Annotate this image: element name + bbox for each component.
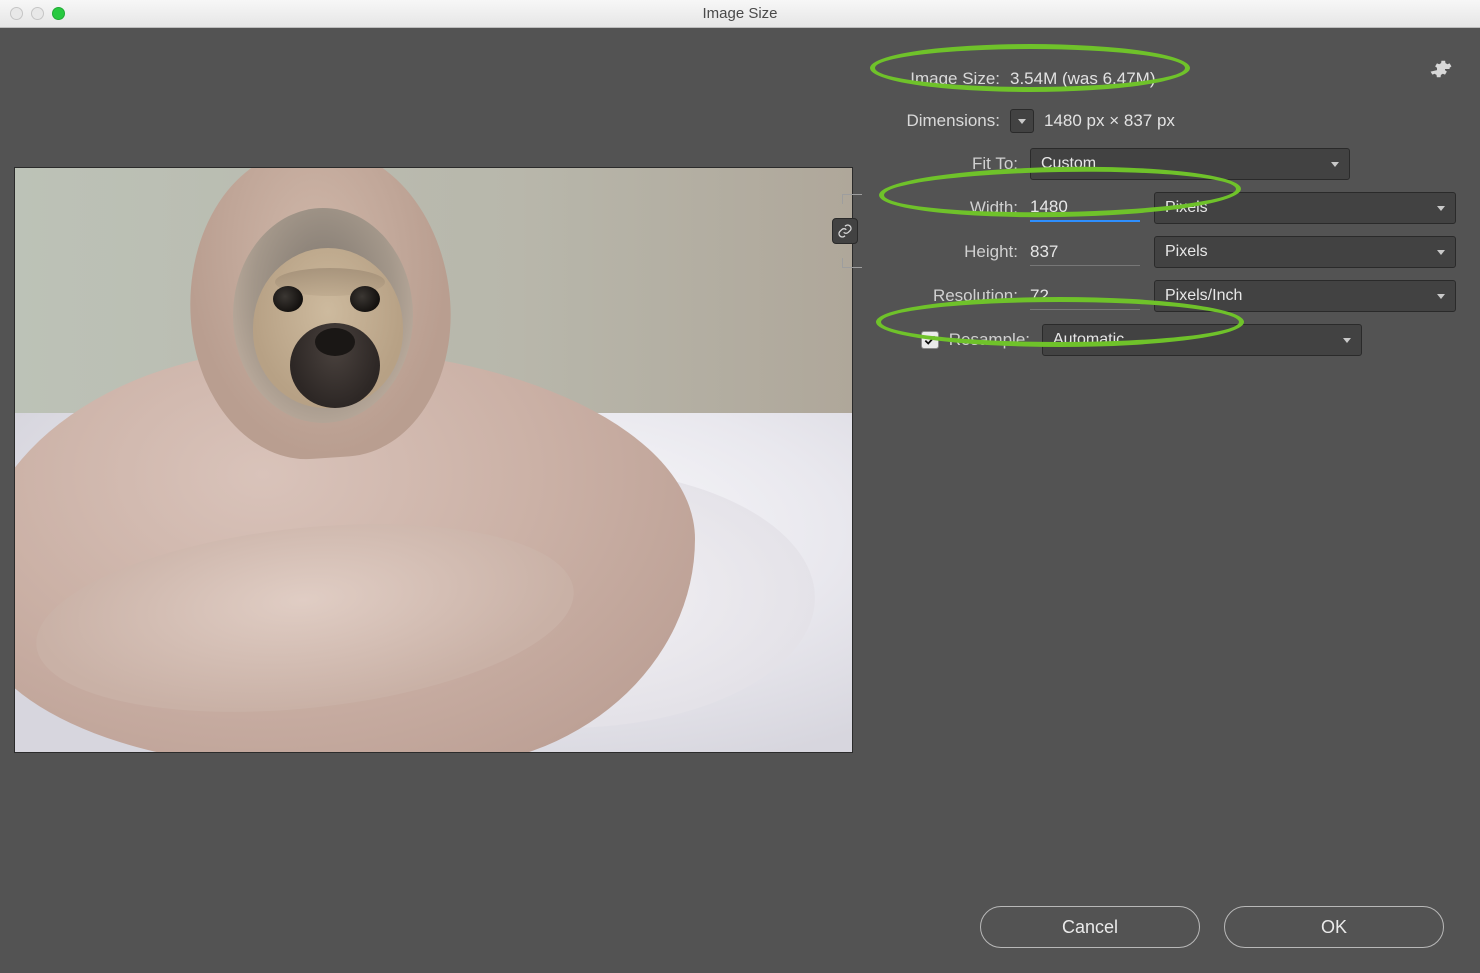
resample-value: Automatic (1053, 331, 1124, 349)
window-controls (0, 7, 65, 20)
height-input[interactable] (1030, 238, 1140, 266)
settings-panel: Image Size: 3.54M (was 6.47M) Dimensions… (870, 58, 1456, 362)
fit-to-row: Fit To: Custom (870, 142, 1456, 186)
chevron-down-icon (1331, 162, 1339, 167)
constrain-proportions (828, 186, 868, 276)
minimize-window-button[interactable] (31, 7, 44, 20)
dimensions-unit-button[interactable] (1010, 109, 1034, 133)
zoom-window-button[interactable] (52, 7, 65, 20)
resolution-input[interactable] (1030, 282, 1140, 310)
link-icon[interactable] (832, 218, 858, 244)
image-size-value: 3.54M (was 6.47M) (1010, 69, 1156, 89)
close-window-button[interactable] (10, 7, 23, 20)
image-preview (15, 168, 852, 752)
dimensions-row: Dimensions: 1480 px × 837 px (870, 100, 1456, 142)
image-size-label: Image Size: (870, 69, 1010, 89)
width-unit-select[interactable]: Pixels (1154, 192, 1456, 224)
dialog-footer: Cancel OK (0, 881, 1480, 973)
height-row: Height: Pixels (870, 230, 1456, 274)
height-unit-value: Pixels (1165, 243, 1208, 261)
dialog-body: Image Size: 3.54M (was 6.47M) Dimensions… (0, 28, 1480, 973)
width-row: Width: Pixels (870, 186, 1456, 230)
chevron-down-icon (1343, 338, 1351, 343)
height-unit-select[interactable]: Pixels (1154, 236, 1456, 268)
resolution-unit-select[interactable]: Pixels/Inch (1154, 280, 1456, 312)
height-label: Height: (870, 242, 1030, 262)
resample-row: Resample: Automatic (870, 318, 1456, 362)
window-title: Image Size (0, 5, 1480, 22)
fit-to-select[interactable]: Custom (1030, 148, 1350, 180)
dimensions-label: Dimensions: (870, 111, 1010, 131)
resample-label: Resample: (949, 330, 1030, 350)
resolution-row: Resolution: Pixels/Inch (870, 274, 1456, 318)
resample-checkbox[interactable] (921, 331, 939, 349)
chevron-down-icon (1437, 206, 1445, 211)
resample-select[interactable]: Automatic (1042, 324, 1362, 356)
check-icon (923, 333, 937, 347)
resolution-label: Resolution: (870, 286, 1030, 306)
width-label: Width: (870, 198, 1030, 218)
fit-to-label: Fit To: (870, 154, 1030, 174)
width-input[interactable] (1030, 194, 1140, 222)
width-unit-value: Pixels (1165, 199, 1208, 217)
dimensions-value: 1480 px × 837 px (1044, 111, 1175, 131)
ok-button[interactable]: OK (1224, 906, 1444, 948)
image-size-row: Image Size: 3.54M (was 6.47M) (870, 58, 1456, 100)
titlebar: Image Size (0, 0, 1480, 28)
chevron-down-icon (1437, 294, 1445, 299)
chevron-down-icon (1437, 250, 1445, 255)
fit-to-value: Custom (1041, 155, 1096, 173)
chevron-down-icon (1018, 119, 1026, 124)
cancel-button[interactable]: Cancel (980, 906, 1200, 948)
resolution-unit-value: Pixels/Inch (1165, 287, 1242, 305)
